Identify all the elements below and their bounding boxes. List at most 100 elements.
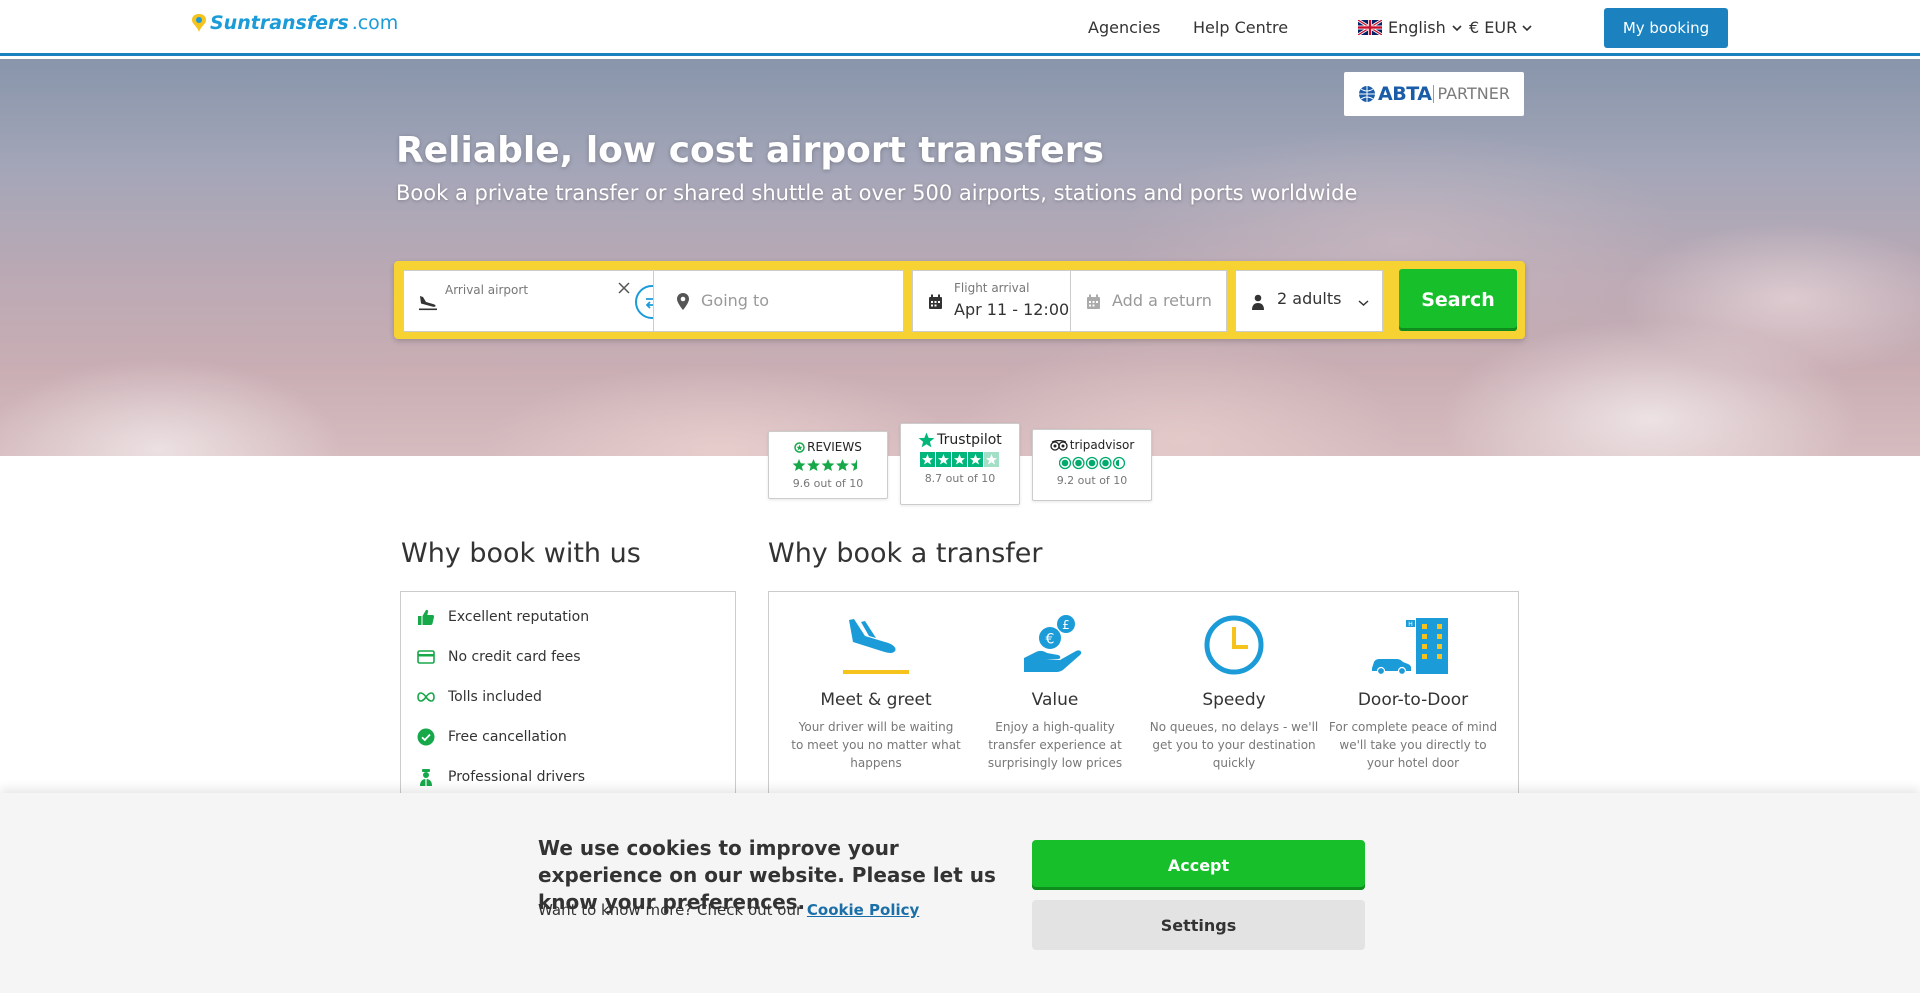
star-rating-icon [792,459,857,471]
reviews-badge[interactable]: REVIEWS 9.6 out of 10 [768,431,888,499]
reviews-badge-score: 9.6 out of 10 [792,477,864,490]
cookie-more-info: Want to know more? Check out our Cookie … [538,901,919,919]
feature-value: £ € Value Enjoy a high-quality transfer … [970,614,1140,772]
abta-text: ABTA [1378,83,1432,105]
thumbs-up-icon [418,609,435,625]
bubble-rating-icon [1059,456,1125,470]
svg-text:£: £ [1062,618,1070,632]
why-item-label: Free cancellation [448,729,567,745]
cookie-more-text: Want to know more? Check out our [538,901,803,919]
abta-partner-badge: ABTA PARTNER [1344,72,1524,116]
trustpilot-badge-name: Trustpilot [937,432,1002,448]
trustpilot-badge-score: 8.7 out of 10 [924,472,996,485]
going-to-placeholder: Going to [701,291,770,310]
trustpilot-star-icon [918,432,935,448]
hero-banner [0,59,1920,456]
reviews-badge-name: REVIEWS [807,440,862,454]
chevron-down-icon [1522,24,1532,31]
logo-suffix: .com [351,12,399,34]
credit-card-icon [417,650,435,664]
language-label: English [1388,18,1446,37]
currency-selector[interactable]: € EUR [1469,18,1532,37]
tripadvisor-bubbles [1033,456,1151,470]
cookie-settings-button[interactable]: Settings [1032,900,1365,950]
going-to-field[interactable]: Going to [653,270,904,332]
tripadvisor-badge-score: 9.2 out of 10 [1056,474,1128,487]
feature-speedy: Speedy No queues, no delays - we'll get … [1149,614,1319,772]
plane-landing-icon [843,619,909,674]
globe-icon [1359,86,1376,102]
plane-landing-icon [419,296,437,311]
reviews-logo-icon [794,441,805,453]
why-book-a-transfer-heading: Why book a transfer [768,538,1043,569]
feature-door-to-door: H Door-to-Door For complete peace of min… [1328,614,1498,772]
why-item-label: No credit card fees [448,649,581,665]
hero-subtitle: Book a private transfer or shared shuttl… [396,181,1358,205]
calendar-icon [929,294,942,309]
feature-title: Value [1031,690,1079,710]
why-item-label: Professional drivers [448,769,586,785]
flight-arrival-field[interactable]: Flight arrival Apr 11 - 12:00 [912,270,1071,332]
chevron-down-icon [1358,300,1369,307]
clear-icon[interactable] [617,281,631,295]
arrival-airport-field[interactable]: Arrival airport [403,270,654,332]
feature-title: Door-to-Door [1357,690,1469,710]
location-pin-icon [677,293,689,310]
check-circle-icon [417,728,435,746]
feature-title: Meet & greet [820,690,932,710]
infinity-icon [417,692,435,702]
why-item-label: Excellent reputation [448,609,590,625]
search-button[interactable]: Search [1399,269,1517,331]
feature-title: Speedy [1202,690,1266,710]
why-item-no-credit-card-fees: No credit card fees [417,648,581,666]
flight-arrival-label: Flight arrival [954,281,1030,295]
why-item-free-cancellation: Free cancellation [417,728,567,746]
why-item-label: Tolls included [448,689,542,705]
feature-description: Your driver will be waiting to meet you … [791,720,961,770]
passengers-select[interactable]: 2 adults [1235,270,1383,332]
feature-description: No queues, no delays - we'll get you to … [1149,720,1319,770]
why-book-with-us-heading: Why book with us [401,538,641,569]
site-header: Suntransfers .com Agencies Help Centre En… [0,0,1920,56]
cookie-policy-link[interactable]: Cookie Policy [807,901,919,919]
accept-cookies-button[interactable]: Accept [1032,840,1365,890]
add-return-field[interactable]: Add a return [1070,270,1227,332]
svg-text:H: H [1408,621,1413,628]
trustpilot-badge[interactable]: Trustpilot 8.7 out of 10 [900,423,1020,505]
chevron-down-icon [1452,24,1462,31]
flight-arrival-value: Apr 11 - 12:00 [954,300,1070,319]
tripadvisor-badge[interactable]: tripadvisor 9.2 out of 10 [1032,429,1152,501]
currency-label: € EUR [1469,18,1518,37]
abta-partner-text: PARTNER [1433,85,1510,103]
calendar-icon [1087,294,1100,309]
logo-text: Suntransfers [210,12,349,34]
arrival-airport-label: Arrival airport [445,283,529,297]
why-item-professional-drivers: Professional drivers [417,768,585,786]
reviews-stars [769,458,887,473]
tripadvisor-badge-name: tripadvisor [1069,438,1135,452]
nav-help-centre[interactable]: Help Centre [1193,18,1288,37]
why-item-tolls-included: Tolls included [417,688,542,706]
driver-icon [420,768,432,786]
hotel-car-icon: H [1372,618,1448,676]
star-rating-icon [920,452,999,467]
language-selector[interactable]: English [1358,18,1462,37]
my-booking-button[interactable]: My booking [1604,8,1728,48]
tripadvisor-owl-icon [1050,439,1068,451]
passengers-value: 2 adults [1277,289,1342,308]
sun-logo-icon [192,14,206,32]
money-hand-icon: £ € [1024,615,1082,672]
search-form: Arrival airport Going to Flight arrival … [394,261,1525,339]
cookie-banner: We use cookies to improve your experienc… [0,793,1920,993]
uk-flag-icon [1358,20,1382,35]
svg-text:€: € [1046,632,1055,648]
feature-description: Enjoy a high-quality transfer experience… [987,720,1123,770]
person-icon [1252,294,1264,310]
feature-meet-greet: Meet & greet Your driver will be waiting… [791,614,961,772]
add-return-placeholder: Add a return [1112,291,1212,310]
trustpilot-stars [901,452,1019,468]
nav-agencies[interactable]: Agencies [1088,18,1161,37]
clock-icon [1204,615,1264,675]
site-logo[interactable]: Suntransfers .com [191,12,398,34]
why-item-excellent-reputation: Excellent reputation [417,608,589,626]
